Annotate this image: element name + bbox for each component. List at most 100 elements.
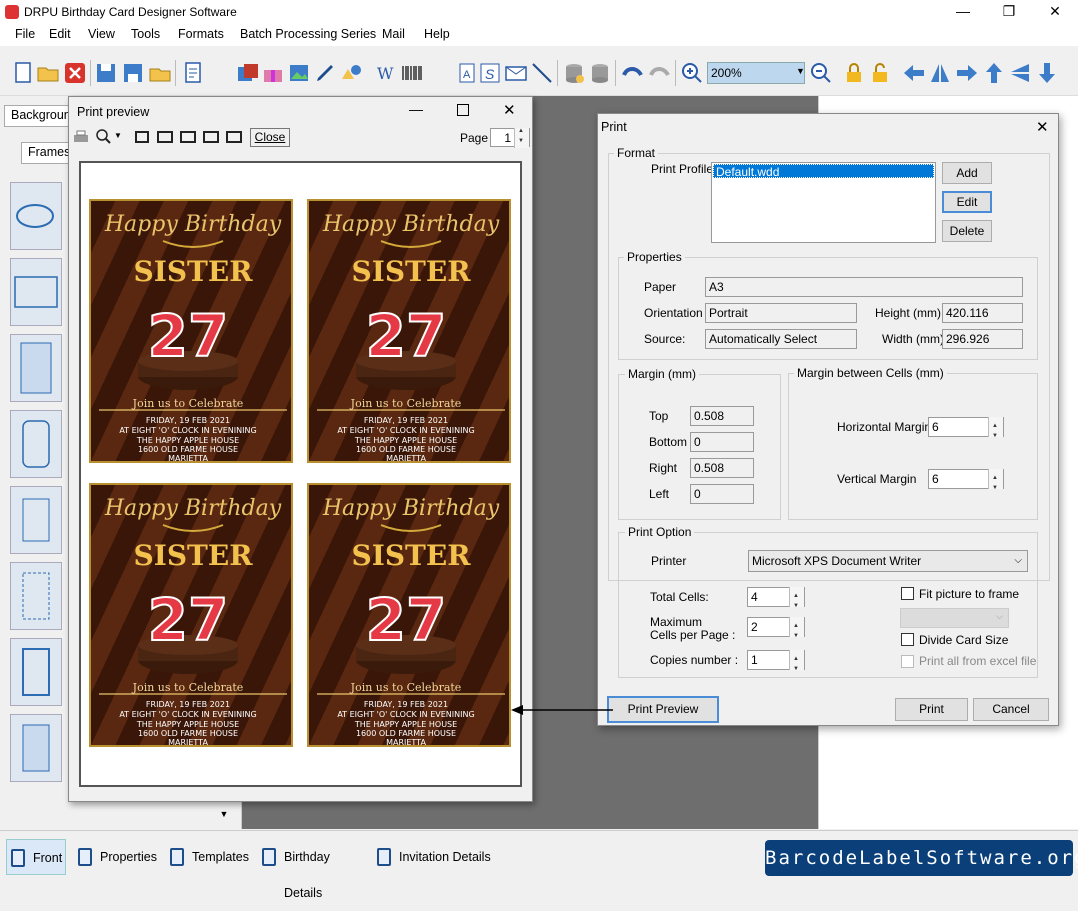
lock-icon[interactable] — [842, 61, 866, 85]
print-profile-list[interactable]: Default.wdd — [711, 162, 936, 243]
delete-profile-button[interactable]: Delete — [942, 220, 992, 242]
pencil-icon[interactable] — [313, 61, 337, 85]
profile-item-default[interactable]: Default.wdd — [713, 164, 934, 179]
arrow-up-icon[interactable] — [982, 61, 1006, 85]
zoom-combo[interactable]: 200% — [707, 62, 805, 84]
menu-edit[interactable]: Edit — [47, 27, 73, 41]
fit-picture-checkbox[interactable] — [901, 587, 914, 600]
page-spinner[interactable] — [514, 128, 529, 148]
menu-view[interactable]: View — [86, 27, 117, 41]
two-pages-icon[interactable] — [157, 131, 173, 143]
menu-file[interactable]: File — [13, 27, 37, 41]
undo-icon[interactable] — [620, 61, 644, 85]
word-art-icon[interactable]: W — [375, 61, 399, 85]
zoom-in-icon[interactable] — [680, 61, 704, 85]
close-icon[interactable]: ✕ — [1036, 118, 1049, 136]
arrow-down-icon[interactable] — [1035, 61, 1059, 85]
chevron-down-icon[interactable]: ▼ — [114, 131, 122, 140]
menu-batch-processing[interactable]: Batch Processing Series — [238, 27, 378, 41]
page-number-input[interactable]: 1 — [490, 128, 530, 148]
line-icon[interactable] — [530, 61, 554, 85]
new-icon[interactable] — [11, 61, 35, 85]
maximize-icon[interactable] — [457, 104, 469, 116]
flip-vertical-icon[interactable] — [1008, 61, 1032, 85]
bottom-margin-input[interactable]: 0 — [690, 432, 754, 452]
close-preview-button[interactable]: Close — [250, 128, 290, 147]
close-icon[interactable]: ✕ — [503, 101, 516, 119]
open-icon[interactable] — [36, 61, 60, 85]
export-icon[interactable] — [148, 61, 172, 85]
vertical-margin-spinner[interactable] — [988, 469, 1003, 497]
redo-icon[interactable] — [647, 61, 671, 85]
frame-thumbnail[interactable] — [10, 562, 62, 630]
unlock-icon[interactable] — [868, 61, 892, 85]
save-as-icon[interactable] — [121, 61, 145, 85]
printer-select[interactable]: Microsoft XPS Document Writer ⌵ — [748, 550, 1028, 572]
divide-card-checkbox[interactable] — [901, 633, 914, 646]
max-cells-spinner[interactable] — [789, 617, 804, 645]
frame-thumbnail[interactable] — [10, 638, 62, 706]
cancel-button[interactable]: Cancel — [973, 698, 1049, 721]
minimize-icon[interactable]: — — [409, 101, 423, 117]
zoom-out-icon[interactable] — [809, 61, 833, 85]
one-page-icon[interactable] — [135, 131, 149, 143]
database-icon[interactable] — [562, 61, 586, 85]
save-icon[interactable] — [94, 61, 118, 85]
print-button[interactable]: Print — [895, 698, 968, 721]
edit-profile-button[interactable]: Edit — [942, 191, 992, 213]
menu-formats[interactable]: Formats — [176, 27, 226, 41]
tab-invitation-details[interactable]: Invitation Details — [373, 839, 493, 875]
total-cells-input[interactable]: 4 — [747, 587, 805, 615]
copies-spinner[interactable] — [789, 650, 804, 678]
page-setup-icon[interactable] — [181, 61, 205, 85]
barcode-icon[interactable] — [400, 61, 424, 85]
copies-input[interactable]: 1 — [747, 650, 805, 678]
frame-thumbnail[interactable] — [10, 714, 62, 782]
tab-front[interactable]: Front — [6, 839, 66, 875]
tab-properties[interactable]: Properties — [74, 839, 158, 875]
database-settings-icon[interactable] — [588, 61, 612, 85]
frame-thumbnail[interactable] — [10, 182, 62, 250]
minimize-icon[interactable]: — — [940, 0, 986, 24]
mail-icon[interactable] — [504, 61, 528, 85]
top-margin-input[interactable]: 0.508 — [690, 406, 754, 426]
add-profile-button[interactable]: Add — [942, 162, 992, 184]
tab-templates[interactable]: Templates — [166, 839, 250, 875]
image-icon[interactable] — [287, 61, 311, 85]
zoom-dropdown-icon[interactable]: ▼ — [796, 66, 805, 76]
right-margin-input[interactable]: 0.508 — [690, 458, 754, 478]
close-file-icon[interactable] — [63, 61, 87, 85]
symbol-icon[interactable]: S — [478, 61, 502, 85]
three-pages-icon[interactable] — [180, 131, 196, 143]
frames-scroll-down-icon[interactable]: ▼ — [216, 806, 232, 822]
menu-help[interactable]: Help — [422, 27, 452, 41]
frame-thumbnail[interactable] — [10, 410, 62, 478]
flip-horizontal-icon[interactable] — [928, 61, 952, 85]
frame-thumbnail[interactable] — [10, 486, 62, 554]
frame-thumbnail[interactable] — [10, 258, 62, 326]
four-pages-icon[interactable] — [203, 131, 219, 143]
horizontal-margin-spinner[interactable] — [988, 417, 1003, 445]
batch-print-icon[interactable] — [236, 61, 260, 85]
total-cells-spinner[interactable] — [789, 587, 804, 615]
six-pages-icon[interactable] — [226, 131, 242, 143]
frames-tab[interactable]: Frames — [21, 142, 69, 164]
text-page-icon[interactable]: A — [456, 61, 480, 85]
close-icon[interactable]: ✕ — [1032, 0, 1078, 24]
print-preview-button[interactable]: Print Preview — [607, 696, 719, 723]
maximize-icon[interactable]: ❐ — [986, 0, 1032, 24]
zoom-icon[interactable] — [95, 128, 111, 144]
shapes-icon[interactable] — [339, 61, 363, 85]
vertical-margin-input[interactable]: 6 — [928, 469, 1004, 497]
arrow-right-icon[interactable] — [955, 61, 979, 85]
frame-thumbnail[interactable] — [10, 334, 62, 402]
background-tab[interactable]: Backgroun — [4, 105, 70, 127]
horizontal-margin-input[interactable]: 6 — [928, 417, 1004, 445]
print-icon[interactable] — [73, 129, 89, 145]
menu-mail[interactable]: Mail — [380, 27, 407, 41]
arrow-left-icon[interactable] — [902, 61, 926, 85]
left-margin-input[interactable]: 0 — [690, 484, 754, 504]
menu-tools[interactable]: Tools — [129, 27, 162, 41]
max-cells-input[interactable]: 2 — [747, 617, 805, 645]
tab-birthday-details[interactable]: Birthday Details — [258, 839, 370, 900]
